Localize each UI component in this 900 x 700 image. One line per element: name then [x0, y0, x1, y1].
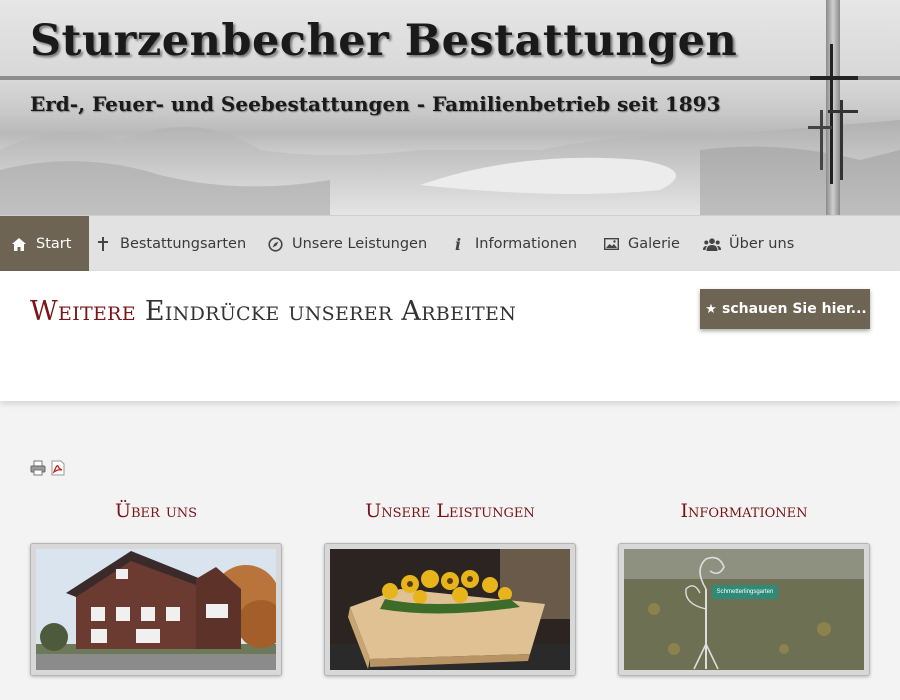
nav-item-ueber-uns[interactable]: Über uns	[703, 216, 794, 272]
thumbnail-unsere-leistungen[interactable]	[324, 543, 576, 676]
site-header: Sturzenbecher Bestattungen Erd-, Feuer- …	[0, 0, 900, 215]
nav-item-bestattungsarten[interactable]: Bestattungsarten	[94, 216, 246, 272]
sign-photo: Schmetterlingsgarten	[624, 549, 864, 670]
image-icon	[602, 238, 620, 250]
star-icon: ★	[705, 301, 717, 317]
house-photo	[36, 549, 276, 670]
cross-graphic	[808, 44, 858, 184]
article-tools	[30, 460, 66, 476]
column-title-unsere-leistungen[interactable]: Unsere Leistungen	[324, 500, 576, 522]
home-icon	[10, 237, 28, 251]
header-band	[0, 76, 900, 80]
compass-icon	[266, 236, 284, 252]
column-title-informationen[interactable]: Informationen	[618, 500, 870, 522]
nav-label: Start	[36, 236, 72, 252]
sign-label: Schmetterlingsgarten	[716, 589, 774, 595]
thumbnail-informationen[interactable]: Schmetterlingsgarten	[618, 543, 870, 676]
site-title: Sturzenbecher Bestattungen	[30, 16, 738, 66]
pdf-icon[interactable]	[50, 460, 66, 476]
nav-label: Über uns	[729, 236, 795, 252]
users-icon	[703, 237, 721, 251]
nav-label: Unsere Leistungen	[292, 236, 428, 252]
thumbnail-ueber-uns[interactable]	[30, 543, 282, 676]
nav-label: Galerie	[628, 236, 680, 252]
print-icon[interactable]	[30, 460, 46, 476]
nav-item-start[interactable]: Start	[0, 216, 90, 272]
nav-item-unsere-leistungen[interactable]: Unsere Leistungen	[266, 216, 427, 272]
column-title-ueber-uns[interactable]: Über uns	[30, 500, 282, 522]
site-subtitle: Erd-, Feuer- und Seebestattungen - Famil…	[30, 92, 721, 116]
main-navigation: Start Bestattungsarten Unsere Leistungen…	[0, 215, 900, 272]
gallery-cta-button[interactable]: ★ schauen Sie hier...	[700, 289, 870, 329]
page-title-rest: Eindrücke unserer Arbeiten	[144, 296, 517, 327]
info-icon: i	[454, 234, 462, 254]
page-title-accent: Weitere	[30, 296, 136, 327]
nav-item-galerie[interactable]: Galerie	[602, 216, 680, 272]
nav-label: Bestattungsarten	[120, 236, 247, 252]
cross-icon	[94, 237, 112, 251]
nav-label: Informationen	[475, 236, 578, 252]
page-title: Weitere Eindrücke unserer Arbeiten	[30, 285, 590, 339]
coffin-photo	[330, 549, 570, 670]
nav-item-informationen[interactable]: i Informationen	[449, 216, 577, 272]
cta-label: schauen Sie hier...	[722, 301, 867, 317]
